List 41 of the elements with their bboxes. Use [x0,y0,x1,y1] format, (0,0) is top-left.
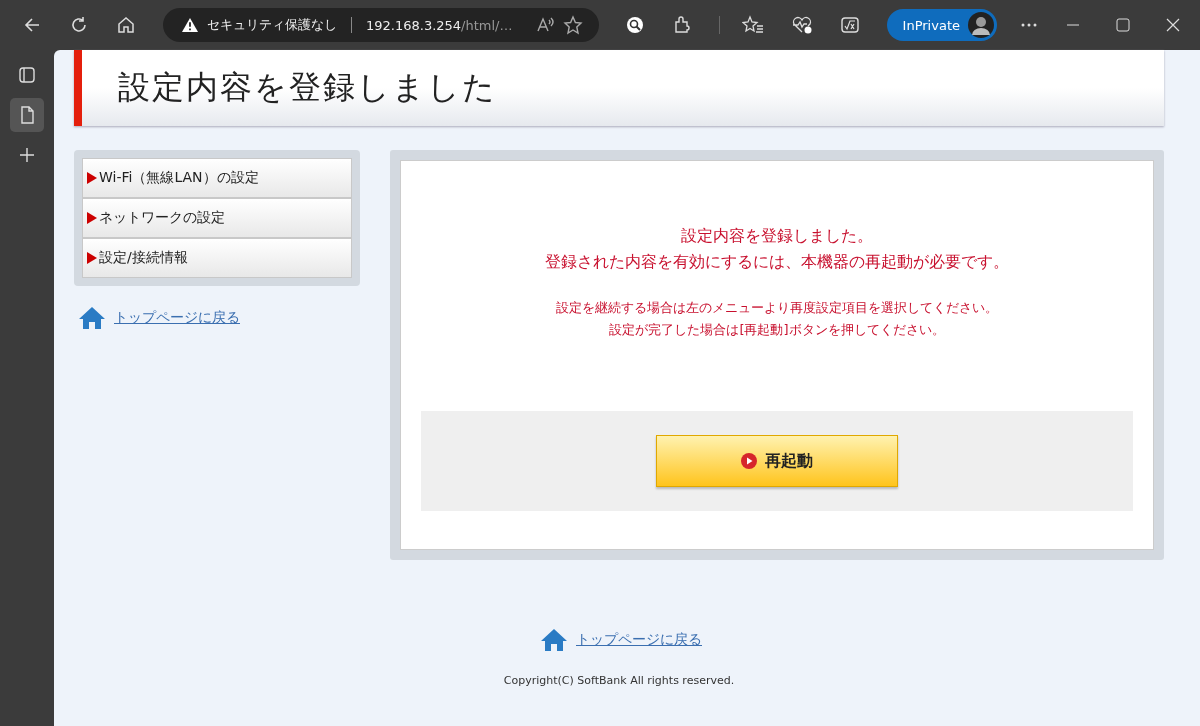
message-headline: 設定内容を登録しました。 [680,225,874,247]
maximize-icon[interactable] [1116,18,1130,32]
menu-item-label: Wi-Fi（無線LAN）の設定 [99,169,259,187]
message-note: 設定を継続する場合は左のメニューより再度設定項目を選択してください。 [555,299,999,317]
url-path: /html/… [461,17,513,33]
url-host: 192.168.3.254 [366,17,462,33]
star-icon[interactable] [562,15,583,35]
vertical-tab[interactable] [10,98,44,132]
address-bar[interactable]: セキュリティ保護なし 192.168.3.254/html/… [163,8,599,42]
message-headline: 登録された内容を有効にするには、本機器の再起動が必要です。 [544,251,1010,273]
page-title: 設定内容を登録しました [118,67,497,108]
play-icon [741,453,757,469]
page-icon [18,106,36,124]
top-page-link[interactable]: トップページに戻る [114,309,240,327]
warning-icon [181,17,199,33]
home-icon[interactable] [116,15,136,35]
menu-item[interactable]: ネットワークの設定 [82,198,352,238]
avatar-icon [968,12,994,38]
triangle-icon [87,172,97,184]
message-note: 設定が完了した場合は[再起動]ボタンを押してください。 [608,321,946,339]
search-icon[interactable] [624,15,645,35]
top-page-link[interactable]: トップページに戻る [576,631,702,649]
inprivate-button[interactable]: InPrivate [886,9,997,41]
close-icon[interactable] [1166,18,1180,32]
menu-item[interactable]: Wi-Fi（無線LAN）の設定 [82,158,352,198]
favorites-icon[interactable] [741,15,764,35]
heart-pulse-icon[interactable] [790,15,813,35]
home-icon [540,628,568,652]
refresh-icon[interactable] [69,15,89,35]
triangle-icon [87,212,97,224]
security-label: セキュリティ保護なし [207,16,337,34]
menu-item[interactable]: 設定/接続情報 [82,238,352,278]
plus-icon [18,146,36,164]
restart-button[interactable]: 再起動 [656,435,898,487]
menu-item-label: ネットワークの設定 [99,209,225,227]
triangle-icon [87,252,97,264]
menu-item-label: 設定/接続情報 [99,249,188,267]
home-icon [78,306,106,330]
math-icon[interactable] [839,15,860,35]
tab-actions-icon [18,66,36,84]
copyright: Copyright(C) SoftBank All rights reserved. [503,674,735,687]
